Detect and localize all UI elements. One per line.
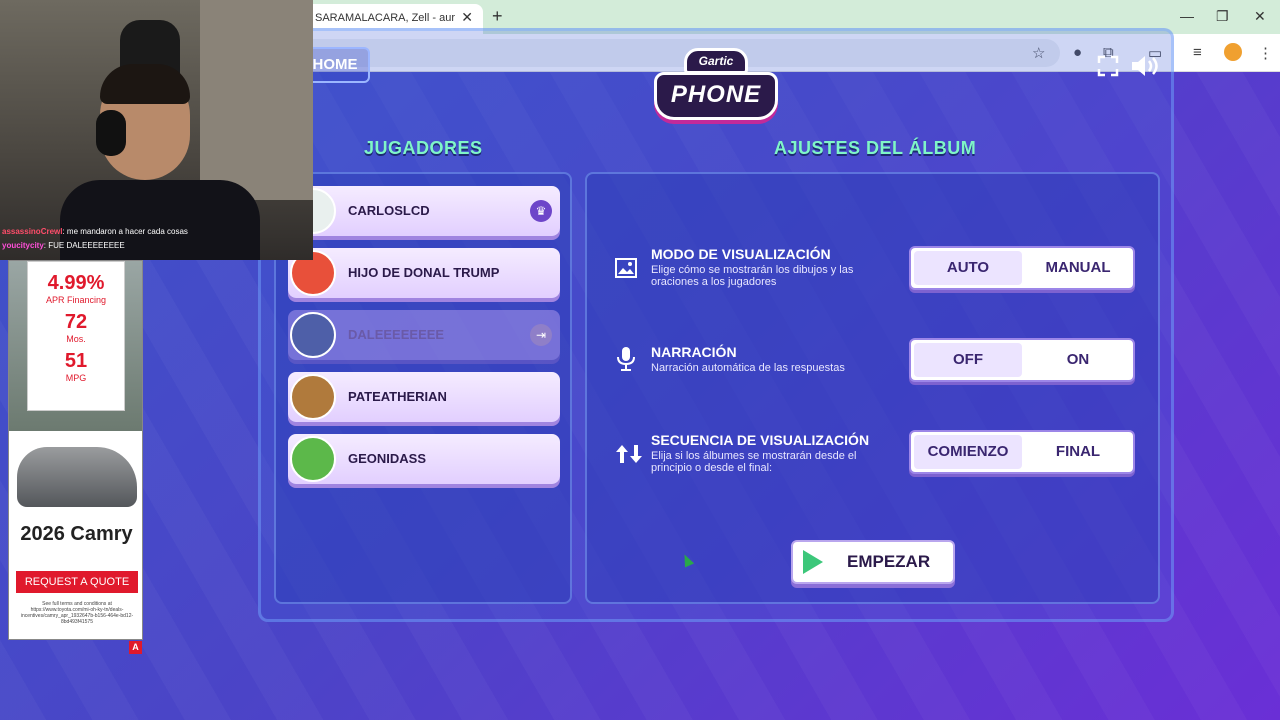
ad-rate-label: APR Financing: [45, 295, 107, 305]
media-control-icon[interactable]: ≡: [1193, 44, 1202, 61]
webcam-hair: [100, 64, 190, 104]
chat-message: youcitycity: FUE DALEEEEEEEE: [0, 240, 313, 254]
ad-offer-card: 4.99% APR Financing 72 Mos. 51 MPG: [27, 261, 125, 411]
fullscreen-icon[interactable]: [1096, 54, 1120, 78]
profile-avatar[interactable]: [1224, 43, 1242, 61]
players-title: JUGADORES: [364, 138, 483, 158]
setting-title: MODO DE VISUALIZACIÓN: [651, 246, 831, 262]
setting-description: Elija si los álbumes se mostrarán desde …: [651, 450, 857, 474]
new-tab-button[interactable]: +: [492, 6, 503, 27]
narration-toggle[interactable]: OFF ON: [909, 338, 1135, 382]
ad-background-image: 4.99% APR Financing 72 Mos. 51 MPG: [9, 261, 142, 431]
player-card: GEONIDASS: [288, 434, 560, 484]
option-manual[interactable]: MANUAL: [1024, 251, 1132, 285]
tab-title: SARAMALACARA, Zell - aura ta: [315, 12, 455, 24]
player-name: PATEATHERIAN: [348, 389, 447, 404]
chat-text: : me mandaron a hacer cada cosas: [62, 227, 188, 236]
volume-icon[interactable]: [1130, 54, 1160, 78]
setting-title: SECUENCIA DE VISUALIZACIÓN: [651, 432, 870, 448]
restore-button[interactable]: ❐: [1216, 8, 1229, 25]
car-image: [17, 447, 137, 507]
chat-message: assassinoCrewl: me mandaron a hacer cada…: [0, 226, 313, 240]
chat-username: assassinoCrewl: [2, 227, 63, 236]
chat-username: youcitycity: [2, 241, 44, 250]
ad-months: 72: [64, 311, 88, 333]
adchoices-icon[interactable]: A: [129, 641, 142, 654]
setting-title: NARRACIÓN: [651, 344, 737, 360]
display-mode-toggle[interactable]: AUTO MANUAL: [909, 246, 1135, 290]
option-off[interactable]: OFF: [914, 343, 1022, 377]
headset-icon: [96, 110, 126, 156]
close-window-button[interactable]: ✕: [1254, 8, 1266, 25]
player-avatar: [290, 436, 336, 482]
crown-icon: ♛: [530, 200, 552, 222]
webcam-overlay: assassinoCrewl: me mandaron a hacer cada…: [0, 0, 313, 260]
option-end[interactable]: FINAL: [1024, 435, 1132, 469]
setting-description: Narración automática de las respuestas: [651, 362, 845, 374]
player-card: PATEATHERIAN: [288, 372, 560, 422]
stream-chat: assassinoCrewl: me mandaron a hacer cada…: [0, 226, 313, 254]
microphone-icon: [617, 347, 635, 371]
option-auto[interactable]: AUTO: [914, 251, 1022, 285]
player-name: CARLOSLCD: [348, 203, 430, 218]
player-avatar: [290, 374, 336, 420]
ad-mpg-label: MPG: [65, 373, 87, 383]
player-card: HIJO DE DONAL TRUMP: [288, 248, 560, 298]
display-sequence-toggle[interactable]: COMIENZO FINAL: [909, 430, 1135, 474]
image-icon: [615, 258, 637, 278]
start-button[interactable]: EMPEZAR: [791, 540, 955, 584]
player-avatar: [290, 312, 336, 358]
option-on[interactable]: ON: [1024, 343, 1132, 377]
disconnected-icon: ⇥: [530, 324, 552, 346]
start-label: EMPEZAR: [847, 552, 931, 571]
logo-bottom-text: PHONE: [654, 72, 778, 120]
play-icon: [803, 550, 823, 574]
players-panel: ● CARLOSLCD ♛ HIJO DE DONAL TRUMP DALEEE…: [274, 172, 572, 604]
ad-mpg: 51: [64, 350, 88, 372]
player-name: HIJO DE DONAL TRUMP: [348, 265, 500, 280]
toyota-ad[interactable]: 4.99% APR Financing 72 Mos. 51 MPG 2026 …: [8, 260, 143, 640]
logo-top-text: Gartic: [684, 48, 748, 74]
ad-fine-print: See full terms and conditions at https:/…: [20, 601, 134, 625]
album-settings-title: AJUSTES DEL ÁLBUM: [774, 138, 977, 158]
webcam-background: [200, 0, 313, 200]
ad-rate: 4.99%: [47, 272, 105, 294]
setting-description: Elige cómo se mostrarán los dibujos y la…: [651, 264, 854, 288]
player-card: ● CARLOSLCD ♛: [286, 186, 560, 236]
player-name: GEONIDASS: [348, 451, 427, 466]
ad-months-label: Mos.: [66, 334, 86, 344]
chat-text: : FUE DALEEEEEEEE: [43, 241, 125, 250]
ad-model: 2026 Camry: [20, 523, 133, 545]
menu-dots-icon[interactable]: ⋮: [1258, 44, 1273, 62]
minimize-button[interactable]: —: [1180, 8, 1194, 24]
sort-arrows-icon: [616, 445, 642, 463]
player-card: DALEEEEEEEE ⇥: [288, 310, 560, 360]
gartic-phone-logo: Gartic PHONE: [654, 48, 778, 124]
request-quote-button[interactable]: REQUEST A QUOTE: [16, 571, 138, 593]
option-start[interactable]: COMIENZO: [914, 435, 1022, 469]
close-tab-icon[interactable]: ✕: [461, 9, 473, 26]
player-name: DALEEEEEEEE: [348, 327, 445, 342]
